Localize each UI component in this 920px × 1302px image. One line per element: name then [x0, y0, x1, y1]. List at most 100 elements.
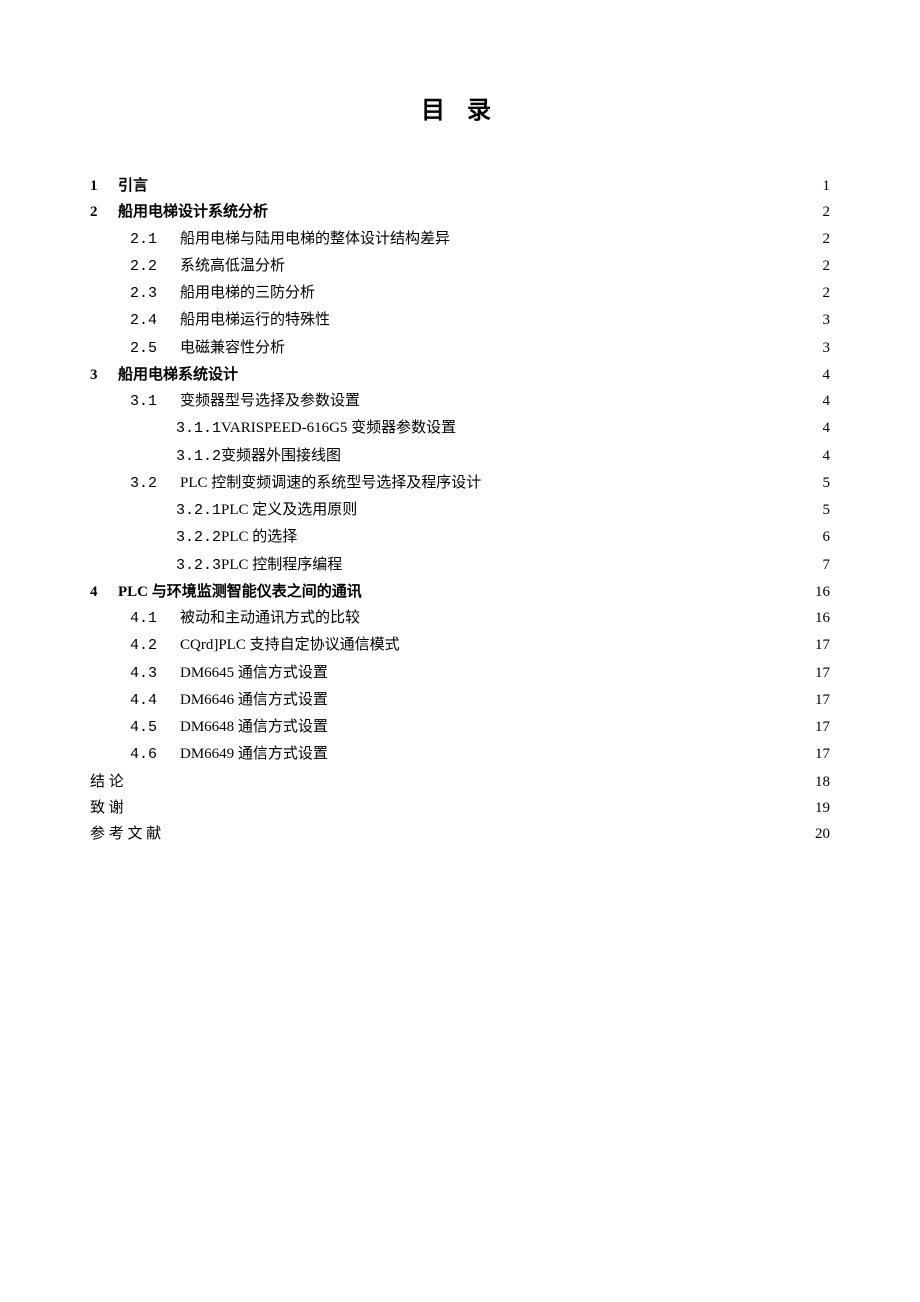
toc-entry-page: 16: [810, 579, 830, 605]
toc-list: 1引言12船用电梯设计系统分析22.1船用电梯与陆用电梯的整体设计结构差异22.…: [90, 173, 830, 847]
toc-entry-number: 4.4: [130, 688, 180, 714]
toc-entry: 4.3DM6645 通信方式设置17: [90, 660, 830, 687]
toc-leader-dots: [450, 228, 810, 243]
toc-entry-label: PLC 控制变频调速的系统型号选择及程序设计: [180, 470, 481, 496]
toc-entry-page: 2: [810, 226, 830, 252]
toc-entry-page: 3: [810, 307, 830, 333]
toc-entry: 2.1船用电梯与陆用电梯的整体设计结构差异 2: [90, 226, 830, 253]
toc-entry-label: DM6646 通信方式设置: [180, 687, 328, 713]
toc-leader-dots: [124, 797, 810, 812]
toc-entry-number: 3.2: [130, 471, 180, 497]
toc-leader-dots: [328, 743, 810, 758]
toc-leader-dots: [341, 445, 810, 460]
toc-entry: 4.4DM6646 通信方式设置 17: [90, 687, 830, 714]
toc-leader-dots: [360, 390, 810, 405]
toc-entry-label: 船用电梯运行的特殊性: [180, 307, 330, 333]
toc-entry-number: 2.5: [130, 336, 180, 362]
toc-entry-page: 4: [810, 362, 830, 388]
toc-entry-number: 4.2: [130, 633, 180, 659]
toc-entry-label: PLC 控制程序编程: [221, 552, 342, 578]
toc-entry-page: 19: [810, 795, 830, 821]
toc-entry-page: 2: [810, 253, 830, 279]
toc-entry: 3船用电梯系统设计4: [90, 362, 830, 388]
toc-entry: 2.3船用电梯的三防分析2: [90, 280, 830, 307]
toc-leader-dots: [238, 364, 810, 379]
toc-leader-dots: [328, 689, 810, 704]
toc-entry: 4PLC 与环境监测智能仪表之间的通讯 16: [90, 579, 830, 605]
toc-leader-dots: [400, 634, 810, 649]
toc-leader-dots: [315, 282, 810, 297]
toc-entry-page: 16: [810, 605, 830, 631]
toc-entry: 致 谢19: [90, 795, 830, 821]
toc-entry: 3.2PLC 控制变频调速的系统型号选择及程序设计 5: [90, 470, 830, 497]
toc-entry-page: 2: [810, 280, 830, 306]
toc-entry: 结 论18: [90, 769, 830, 795]
toc-entry-number: 3.2.3: [176, 553, 221, 579]
toc-leader-dots: [124, 771, 810, 786]
toc-entry-page: 4: [810, 415, 830, 441]
toc-entry: 4.6DM6649 通信方式设置17: [90, 741, 830, 768]
toc-entry-page: 17: [810, 660, 830, 686]
toc-entry-page: 3: [810, 335, 830, 361]
toc-leader-dots: [342, 554, 810, 569]
toc-entry-label: CQrd]PLC 支持自定协议通信模式: [180, 632, 400, 658]
toc-entry-page: 7: [810, 552, 830, 578]
toc-entry: 2.4船用电梯运行的特殊性3: [90, 307, 830, 334]
toc-title: 目 录: [90, 90, 830, 125]
toc-leader-dots: [330, 309, 810, 324]
toc-entry-number: 2.2: [130, 254, 180, 280]
toc-entry-number: 3.2.2: [176, 525, 221, 551]
toc-entry: 3.1变频器型号选择及参数设置4: [90, 388, 830, 415]
toc-leader-dots: [328, 716, 810, 731]
toc-entry-number: 3.1.1: [176, 416, 221, 442]
toc-leader-dots: [161, 823, 810, 838]
toc-leader-dots: [362, 581, 810, 596]
toc-entry-label: 参 考 文 献: [90, 821, 161, 847]
toc-entry-page: 6: [810, 524, 830, 550]
toc-entry: 3.2.2 PLC 的选择6: [90, 524, 830, 551]
toc-entry-page: 20: [810, 821, 830, 847]
toc-entry: 4.5DM6648 通信方式设置17: [90, 714, 830, 741]
toc-leader-dots: [481, 472, 810, 487]
toc-entry: 2.2系统高低温分析 2: [90, 253, 830, 280]
toc-entry: 3.2.3 PLC 控制程序编程 7: [90, 552, 830, 579]
toc-entry-number: 4: [90, 579, 118, 605]
toc-entry: 2.5电磁兼容性分析 3: [90, 335, 830, 362]
toc-entry: 2船用电梯设计系统分析2: [90, 199, 830, 225]
toc-entry-label: 电磁兼容性分析: [180, 335, 285, 361]
toc-entry-label: 船用电梯的三防分析: [180, 280, 315, 306]
toc-leader-dots: [285, 337, 810, 352]
toc-entry-page: 5: [810, 497, 830, 523]
toc-entry-label: VARISPEED-616G5 变频器参数设置: [221, 415, 456, 441]
toc-entry-label: 变频器外围接线图: [221, 443, 341, 469]
toc-entry-label: DM6645 通信方式设置: [180, 660, 328, 686]
toc-leader-dots: [357, 499, 810, 514]
toc-entry-number: 2: [90, 199, 118, 225]
toc-entry-page: 17: [810, 632, 830, 658]
toc-entry: 3.1.1 VARISPEED-616G5 变频器参数设置 4: [90, 415, 830, 442]
toc-entry: 3.2.1 PLC 定义及选用原则 5: [90, 497, 830, 524]
toc-entry-label: 系统高低温分析: [180, 253, 285, 279]
toc-entry-label: 船用电梯与陆用电梯的整体设计结构差异: [180, 226, 450, 252]
toc-entry-page: 17: [810, 687, 830, 713]
toc-entry-label: 引言: [118, 173, 148, 199]
toc-entry-number: 4.1: [130, 606, 180, 632]
toc-entry-page: 1: [810, 173, 830, 199]
toc-entry-label: 船用电梯系统设计: [118, 362, 238, 388]
toc-entry-number: 2.1: [130, 227, 180, 253]
toc-entry-label: PLC 与环境监测智能仪表之间的通讯: [118, 579, 362, 605]
toc-entry-page: 17: [810, 741, 830, 767]
toc-entry-number: 3.2.1: [176, 498, 221, 524]
toc-leader-dots: [285, 255, 810, 270]
toc-entry-label: 结 论: [90, 769, 124, 795]
toc-entry: 3.1.2 变频器外围接线图4: [90, 443, 830, 470]
toc-entry-label: 船用电梯设计系统分析: [118, 199, 268, 225]
toc-entry: 参 考 文 献 20: [90, 821, 830, 847]
toc-entry-number: 4.6: [130, 742, 180, 768]
toc-leader-dots: [268, 201, 810, 216]
toc-entry-page: 5: [810, 470, 830, 496]
toc-entry-label: PLC 定义及选用原则: [221, 497, 357, 523]
toc-leader-dots: [360, 607, 810, 622]
toc-entry-number: 3.1: [130, 389, 180, 415]
toc-leader-dots: [328, 662, 810, 677]
